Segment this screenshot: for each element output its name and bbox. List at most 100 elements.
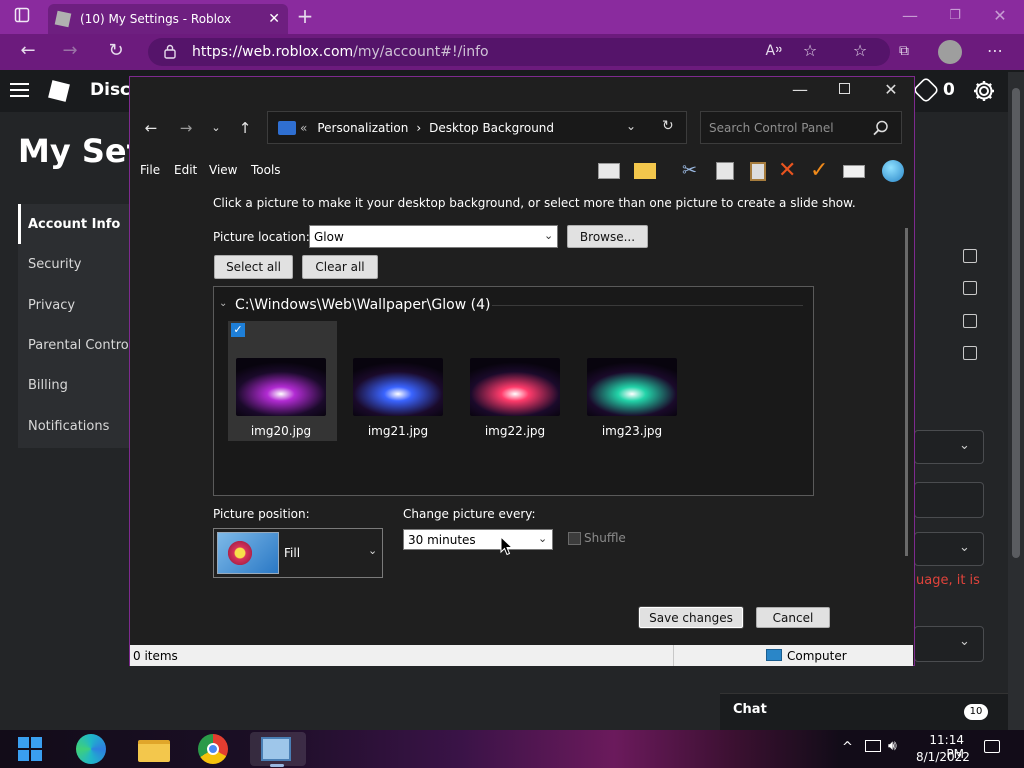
change-interval-select[interactable]: 30 minutes ⌄ — [403, 529, 553, 550]
dialog-maximize-icon[interactable] — [839, 83, 850, 94]
network-icon[interactable] — [865, 740, 881, 752]
wallpaper-thumbnail[interactable] — [236, 358, 326, 416]
wallpaper-thumbnail[interactable] — [353, 358, 443, 416]
control-panel-taskbar-icon[interactable] — [261, 734, 293, 764]
active-indicator — [18, 204, 21, 244]
breadcrumb[interactable]: « Personalization › Desktop Background ⌄… — [267, 111, 687, 144]
address-dropdown-icon[interactable]: ⌄ — [626, 119, 636, 133]
read-aloud-icon[interactable]: A᠉ — [764, 41, 784, 61]
dialog-refresh-icon[interactable]: ↻ — [662, 118, 674, 134]
apply-check-icon[interactable]: ✓ — [810, 158, 828, 183]
url-host: https://web.roblox.com — [192, 44, 354, 60]
dialog-scrollbar[interactable] — [905, 228, 908, 556]
hamburger-menu-icon[interactable] — [10, 82, 30, 98]
delete-icon[interactable]: ✕ — [778, 158, 796, 183]
edit-pencil-icon[interactable] — [963, 314, 977, 328]
sidebar-item-billing[interactable]: Billing — [28, 378, 68, 393]
text-field[interactable] — [914, 482, 984, 518]
browse-button[interactable]: Browse... — [567, 225, 648, 248]
image-checkbox[interactable]: ✓ — [231, 323, 245, 337]
settings-gear-icon[interactable] — [972, 79, 996, 103]
profile-avatar[interactable] — [938, 40, 962, 64]
refresh-icon[interactable]: ↻ — [106, 41, 126, 61]
edit-pencil-icon[interactable] — [963, 281, 977, 295]
preview-pane-icon[interactable] — [598, 163, 620, 179]
shuffle-checkbox[interactable] — [568, 532, 581, 545]
dropdown-field[interactable]: ⌄ — [914, 430, 984, 464]
edge-browser-icon[interactable] — [76, 734, 108, 764]
status-zone: Computer — [787, 649, 847, 663]
scrollbar-thumb[interactable] — [1012, 88, 1020, 558]
breadcrumb-desktop-background[interactable]: Desktop Background — [429, 121, 554, 135]
more-menu-icon[interactable]: ⋯ — [985, 41, 1005, 61]
picture-position-select[interactable]: Fill ⌄ — [213, 528, 383, 578]
sidebar-item-security[interactable]: Security — [28, 257, 81, 272]
wallpaper-thumbnail[interactable] — [587, 358, 677, 416]
wallpaper-thumbnail[interactable] — [470, 358, 560, 416]
position-preview-image — [217, 532, 279, 574]
restore-icon[interactable]: ❐ — [945, 6, 965, 26]
minimize-icon[interactable]: — — [900, 6, 920, 26]
picture-location-value: Glow — [314, 229, 344, 244]
menu-edit[interactable]: Edit — [174, 163, 197, 177]
save-changes-button[interactable]: Save changes — [639, 607, 743, 628]
dialog-close-icon[interactable]: ✕ — [881, 80, 901, 100]
settings-sidebar: Account Info Security Privacy Parental C… — [18, 204, 130, 448]
tab-close-icon[interactable]: ✕ — [268, 11, 280, 27]
folder-options-icon[interactable] — [634, 163, 656, 179]
search-control-panel[interactable]: Search Control Panel — [700, 111, 902, 144]
chrome-icon[interactable] — [198, 734, 230, 764]
up-level-icon[interactable]: ↑ — [235, 118, 255, 138]
tray-overflow-icon[interactable]: ^ — [842, 740, 853, 755]
paste-icon[interactable] — [750, 162, 766, 181]
favorites-icon[interactable]: ☆ — [850, 41, 870, 61]
cut-icon[interactable]: ✂ — [682, 160, 697, 181]
sidebar-item-notifications[interactable]: Notifications — [28, 419, 109, 434]
dialog-back-icon[interactable]: ← — [141, 118, 161, 138]
back-icon[interactable]: ← — [18, 41, 38, 61]
volume-icon[interactable]: 🔊︎ — [888, 738, 897, 754]
edit-pencil-icon[interactable] — [963, 346, 977, 360]
group-title: C:\Windows\Web\Wallpaper\Glow (4) — [235, 297, 491, 313]
new-tab-icon[interactable]: + — [295, 6, 315, 26]
add-favorite-icon[interactable]: ☆ — [800, 41, 820, 61]
dialog-forward-icon[interactable]: → — [176, 118, 196, 138]
menu-tools[interactable]: Tools — [251, 163, 281, 177]
tab-actions-icon[interactable] — [14, 7, 34, 23]
notification-center-icon[interactable] — [984, 740, 1000, 753]
wallpaper-filename: img22.jpg — [484, 424, 546, 438]
page-scrollbar[interactable] — [1008, 72, 1024, 730]
search-placeholder: Search Control Panel — [709, 120, 834, 135]
sidebar-item-privacy[interactable]: Privacy — [28, 298, 75, 313]
file-explorer-icon[interactable] — [138, 734, 170, 764]
cancel-button[interactable]: Cancel — [756, 607, 830, 628]
dropdown-field[interactable]: ⌄ — [914, 532, 984, 566]
edit-pencil-icon[interactable] — [963, 249, 977, 263]
chat-bar[interactable]: Chat 10 — [720, 693, 1008, 730]
sidebar-item-account-info[interactable]: Account Info — [28, 217, 120, 232]
clear-all-button[interactable]: Clear all — [302, 255, 378, 279]
start-windows-icon[interactable] — [18, 737, 42, 761]
browser-tab[interactable]: (10) My Settings - Roblox ✕ — [48, 4, 288, 34]
forward-icon[interactable]: → — [60, 41, 80, 61]
dropdown-field[interactable]: ⌄ — [914, 626, 984, 662]
recent-locations-icon[interactable]: ⌄ — [206, 118, 226, 138]
globe-icon[interactable] — [882, 160, 904, 182]
collections-icon[interactable]: ⧉ — [894, 41, 914, 61]
clock-date[interactable]: 8/1/2022 — [916, 750, 970, 764]
menu-file[interactable]: File — [140, 163, 160, 177]
menu-view[interactable]: View — [209, 163, 237, 177]
group-collapse-icon[interactable]: ⌄ — [219, 298, 227, 309]
breadcrumb-personalization[interactable]: Personalization — [317, 121, 408, 135]
sidebar-item-parental-controls[interactable]: Parental Contro — [28, 338, 130, 353]
picture-location-select[interactable]: Glow ⌄ — [309, 225, 558, 248]
dialog-minimize-icon[interactable]: — — [790, 80, 810, 100]
properties-icon[interactable] — [843, 165, 865, 178]
window-close-icon[interactable]: ✕ — [990, 6, 1010, 26]
search-icon[interactable] — [873, 120, 889, 136]
breadcrumb-overflow[interactable]: « — [300, 121, 307, 135]
breadcrumb-separator: › — [416, 120, 422, 135]
copy-icon[interactable] — [716, 162, 734, 180]
select-all-button[interactable]: Select all — [214, 255, 293, 279]
tab-title: (10) My Settings - Roblox — [80, 12, 232, 26]
